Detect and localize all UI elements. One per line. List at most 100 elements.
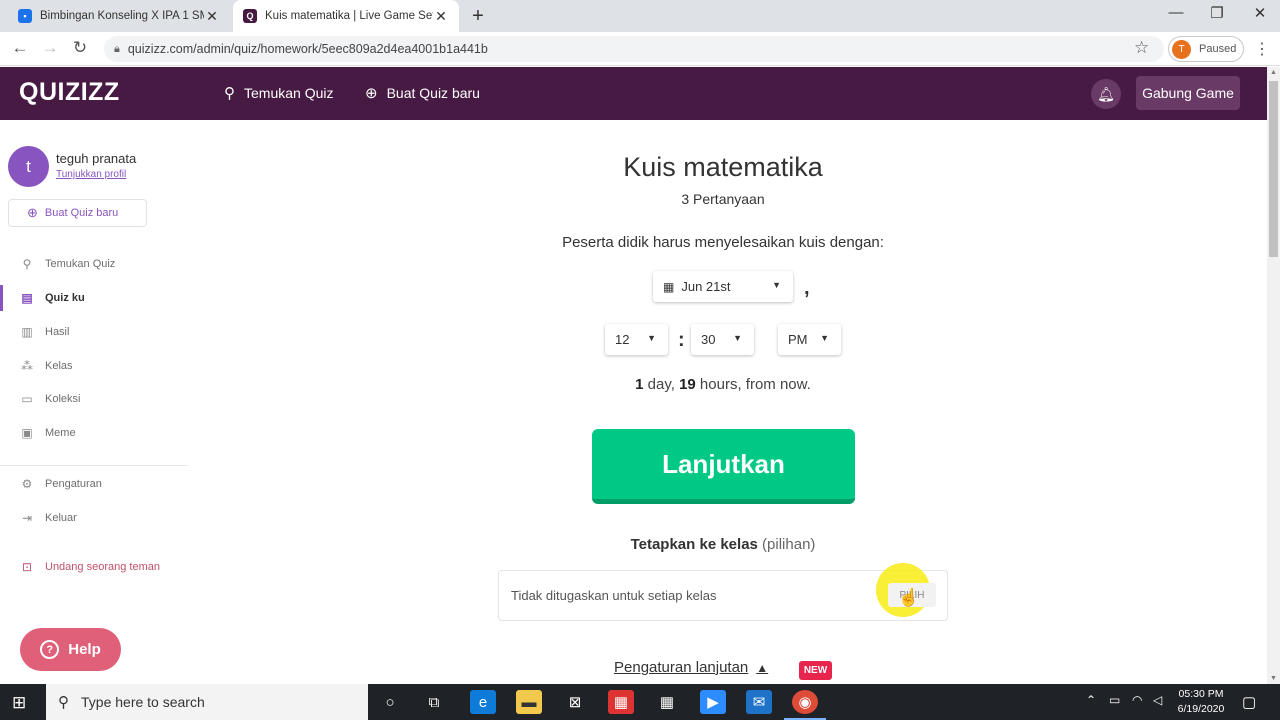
date-dropdown[interactable]: ▦ Jun 21st ▼ [653,271,793,302]
show-profile-link[interactable]: Tunjukkan profil [56,169,126,180]
time-remaining: 1 day, 19 hours, from now. [188,376,1258,393]
profile-button[interactable]: T Paused [1168,36,1244,62]
nav-find-quiz[interactable]: ⚲ Temukan Quiz [224,84,333,102]
task-view-icon[interactable]: ⧉ [421,690,447,714]
address-bar[interactable]: 🔒︎ quizizz.com/admin/quiz/homework/5eec8… [104,36,1164,62]
close-tab-icon[interactable]: ✕ [433,8,449,25]
browser-toolbar: ← → ↻ 🔒︎ quizizz.com/admin/quiz/homework… [0,32,1280,66]
help-label: Help [68,641,101,658]
hour-dropdown[interactable]: 12 ▼ [605,324,668,355]
system-clock[interactable]: 05:30 PM 6/19/2020 [1174,687,1228,717]
notification-center-icon[interactable]: ▢ [1242,693,1256,711]
hour-value: 12 [615,332,630,347]
sidebar-item-collections[interactable]: ▭ Koleksi [0,386,188,412]
sidebar-divider [0,465,188,466]
forward-icon[interactable]: → [39,38,61,58]
tab-title: Kuis matematika | Live Game Setti [265,10,433,22]
folder-icon: ▭ [21,392,33,406]
avatar[interactable]: t [8,146,49,187]
sidebar-item-label: Undang seorang teman [45,561,160,573]
minute-dropdown[interactable]: 30 ▼ [691,324,754,355]
store-icon[interactable]: ⊠ [562,690,588,714]
sidebar-item-logout[interactable]: ⇥ Keluar [0,505,188,531]
notification-bell-icon[interactable]: 🔔︎ [1091,79,1121,109]
edge-icon[interactable]: e [470,690,496,714]
browser-tab[interactable]: ▪ Bimbingan Konseling X IPA 1 SM ✕ [8,0,230,32]
back-icon[interactable]: ← [9,38,31,58]
battery-icon[interactable]: ▭ [1109,693,1120,707]
class-icon: ⁂ [21,359,33,373]
taskbar-search[interactable]: ⚲ Type here to search [46,684,368,720]
gift-icon: ⊡ [21,560,33,574]
profile-status: Paused [1199,43,1237,55]
plus-circle-icon: ⊕ [27,205,38,220]
hand-cursor-icon: ☝ [898,588,920,607]
sidebar-item-settings[interactable]: ⚙ Pengaturan [0,471,188,497]
browser-tab-active[interactable]: Q Kuis matematika | Live Game Setti ✕ [233,0,459,32]
file-explorer-icon[interactable]: ▬ [516,690,542,714]
new-tab-icon[interactable]: + [468,5,488,28]
zoom-icon[interactable]: ▶ [700,690,726,714]
sidebar-item-label: Kelas [45,360,73,372]
nav-create-quiz[interactable]: ⊕ Buat Quiz baru [365,84,480,102]
help-button[interactable]: ? Help [20,628,121,671]
url-text: quizizz.com/admin/quiz/homework/5eec809a… [127,42,488,56]
cortana-icon[interactable]: ○ [377,690,403,714]
quizizz-favicon-icon: Q [243,9,257,23]
sidebar-item-label: Quiz ku [45,292,85,304]
mail-icon[interactable]: ✉ [746,690,772,714]
join-game-button[interactable]: Gabung Game [1136,76,1240,110]
chevron-down-icon: ▼ [772,280,781,290]
tray-chevron-up-icon[interactable]: ⌃ [1086,693,1096,707]
assign-placeholder: Tidak ditugaskan untuk setiap kelas [511,588,717,603]
restore-icon[interactable]: ❐ [1202,4,1232,22]
browser-menu-icon[interactable]: ⋮ [1254,39,1270,59]
bookmark-star-icon[interactable]: ☆ [1134,38,1149,58]
gear-icon: ⚙ [21,477,33,491]
tab-title: Bimbingan Konseling X IPA 1 SM [40,10,204,22]
clock-time: 05:30 PM [1178,688,1224,700]
sidebar-item-label: Koleksi [45,393,81,405]
taskbar: ⊞ ⚲ Type here to search ○ ⧉ e ▬ ⊠ ▦ ▦ ▶ … [0,684,1280,720]
quizizz-logo[interactable]: QUIZIZZ [19,78,120,107]
sidebar-item-invite-friend[interactable]: ⊡ Undang seorang teman [0,554,188,580]
reload-icon[interactable]: ↻ [69,38,91,58]
sidebar-item-results[interactable]: ▥ Hasil [0,319,188,345]
page-title: Kuis matematika [623,152,823,182]
ampm-dropdown[interactable]: PM ▼ [778,324,841,355]
gift-app-icon[interactable]: ▦ [608,690,634,714]
plus-circle-icon: ⊕ [365,85,378,102]
minimize-icon[interactable]: — [1161,4,1191,21]
question-count: 3 Pertanyaan [681,191,765,207]
close-window-icon[interactable]: ✕ [1245,4,1275,22]
date-value: Jun 21st [681,279,731,294]
scrollbar-thumb[interactable] [1269,81,1278,257]
calculator-icon[interactable]: ▦ [654,690,680,714]
sidebar-item-memes[interactable]: ▣ Meme [0,420,188,446]
scroll-up-icon[interactable]: ▲ [1270,69,1277,76]
assign-class-label: Tetapkan ke kelas (pilihan) [188,536,1258,553]
chevron-down-icon: ▼ [733,333,742,343]
days-value: 1 [635,376,644,393]
search-icon: ⚲ [58,694,69,711]
chrome-icon[interactable]: ◉ [784,690,826,720]
app-header: QUIZIZZ ⚲ Temukan Quiz ⊕ Buat Quiz baru … [0,67,1267,120]
hours-unit: hours, from now. [695,376,811,393]
bar-chart-icon: ▥ [21,325,33,339]
close-tab-icon[interactable]: ✕ [204,8,220,25]
wifi-icon[interactable]: ◠ [1132,693,1142,707]
sidebar-item-classes[interactable]: ⁂ Kelas [0,353,188,379]
create-quiz-button[interactable]: ⊕ Buat Quiz baru [8,199,147,227]
advanced-settings-link[interactable]: Pengaturan lanjutan ▲ [614,659,768,676]
new-badge: NEW [799,661,832,680]
sidebar-item-find-quiz[interactable]: ⚲ Temukan Quiz [0,251,188,277]
nav-label: Buat Quiz baru [386,85,480,101]
scroll-down-icon[interactable]: ▼ [1270,675,1277,682]
volume-icon[interactable]: ◁ [1153,693,1162,707]
hours-value: 19 [679,376,696,393]
windows-start-icon[interactable]: ⊞ [12,693,26,713]
sidebar-item-my-quiz[interactable]: ▤ Quiz ku [0,285,188,311]
page-scrollbar[interactable]: ▲ ▼ [1267,67,1280,684]
continue-button[interactable]: Lanjutkan [592,429,855,504]
main-content: Kuis matematika 3 Pertanyaan Peserta did… [188,120,1267,684]
